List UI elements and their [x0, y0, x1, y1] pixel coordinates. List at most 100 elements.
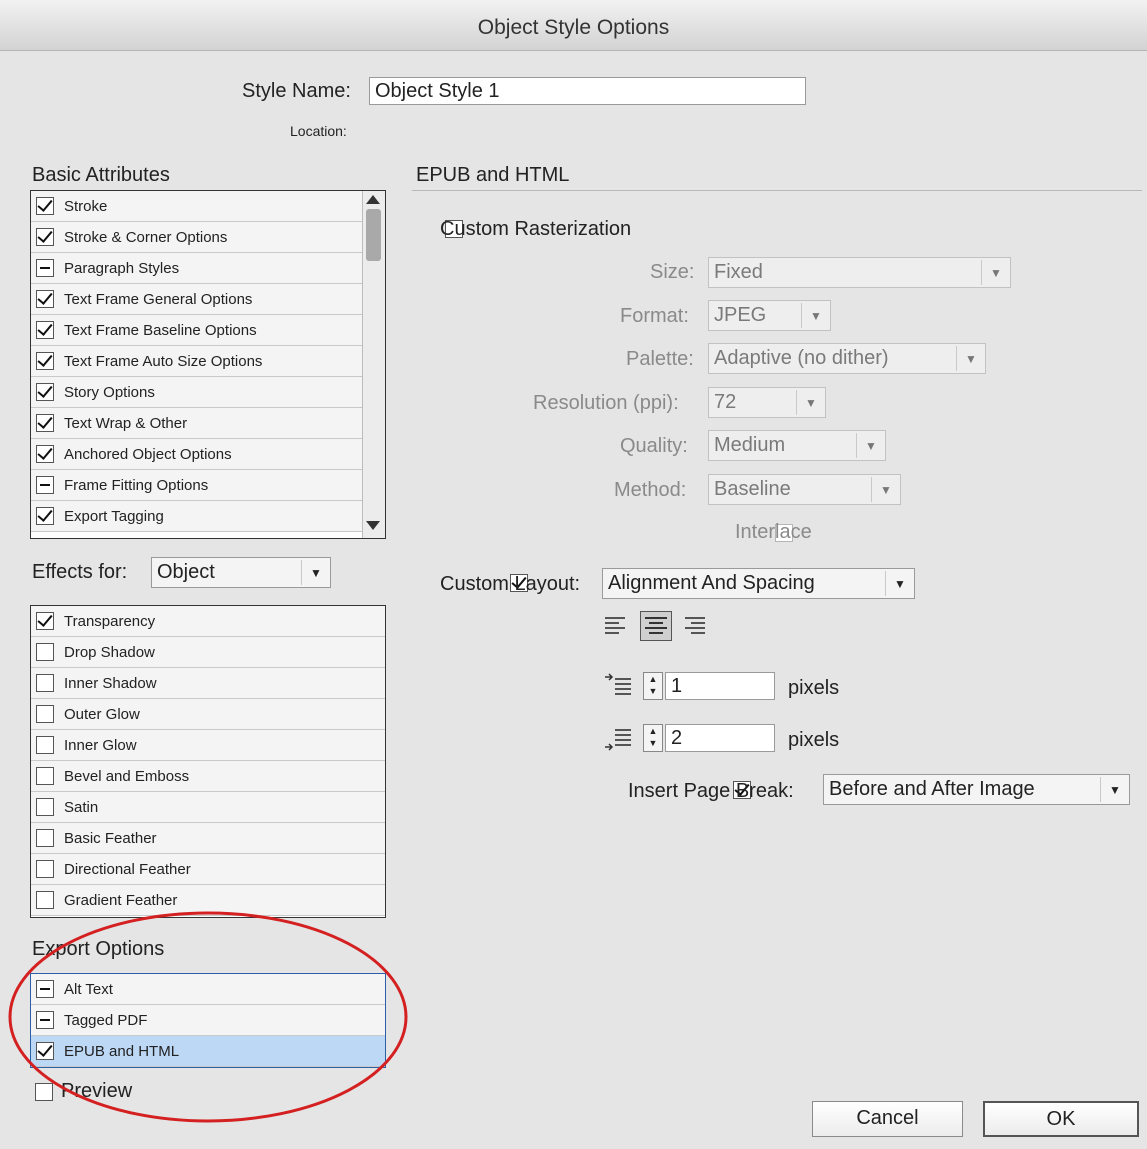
- effect-transparency[interactable]: Transparency: [31, 606, 385, 637]
- method-label: Method:: [614, 479, 687, 501]
- checkbox-icon[interactable]: [36, 767, 54, 785]
- align-right-icon: [685, 617, 705, 634]
- list-item-label: Stroke: [64, 197, 108, 215]
- checkbox-icon[interactable]: [36, 414, 54, 432]
- space-before-icon: [603, 673, 633, 699]
- checkbox-icon[interactable]: [36, 829, 54, 847]
- basic-attr-text-frame-general[interactable]: Text Frame General Options: [31, 284, 363, 315]
- custom-layout-label: Custom Layout:: [440, 573, 581, 595]
- align-center-button[interactable]: [640, 611, 672, 641]
- method-dropdown[interactable]: Baseline ▼: [708, 474, 901, 505]
- basic-attr-stroke[interactable]: Stroke: [31, 191, 363, 222]
- checkbox-icon[interactable]: [36, 197, 54, 215]
- space-after-stepper[interactable]: ▲ ▼: [643, 724, 663, 752]
- scroll-down-icon[interactable]: [366, 521, 380, 530]
- dialog-title: Object Style Options: [0, 0, 1147, 51]
- checkbox-icon[interactable]: [36, 643, 54, 661]
- basic-attr-paragraph-styles[interactable]: Paragraph Styles: [31, 253, 363, 284]
- list-item-label: Anchored Object Options: [64, 445, 232, 463]
- checkbox-icon[interactable]: [36, 674, 54, 692]
- checkbox-icon[interactable]: [36, 228, 54, 246]
- resolution-value: 72: [714, 391, 737, 413]
- basic-attr-frame-fitting[interactable]: Frame Fitting Options: [31, 470, 363, 501]
- align-left-button[interactable]: [603, 613, 629, 639]
- scroll-up-icon[interactable]: [366, 195, 380, 204]
- checkbox-icon[interactable]: [36, 290, 54, 308]
- format-dropdown[interactable]: JPEG ▼: [708, 300, 831, 331]
- scroll-thumb[interactable]: [366, 209, 381, 261]
- palette-dropdown[interactable]: Adaptive (no dither) ▼: [708, 343, 986, 374]
- list-item-label: Text Frame Auto Size Options: [64, 352, 263, 370]
- basic-attr-text-frame-auto-size[interactable]: Text Frame Auto Size Options: [31, 346, 363, 377]
- format-value: JPEG: [714, 304, 767, 326]
- page-break-dropdown[interactable]: Before and After Image ▼: [823, 774, 1130, 805]
- list-item-label: Paragraph Styles: [64, 259, 180, 277]
- ok-button[interactable]: OK: [983, 1101, 1139, 1137]
- checkbox-icon[interactable]: [36, 352, 54, 370]
- size-label: Size:: [650, 261, 695, 283]
- space-before-input[interactable]: 1: [665, 672, 775, 700]
- effects-for-label: Effects for:: [32, 561, 128, 583]
- list-item-label: Text Wrap & Other: [64, 414, 188, 432]
- list-item-label: Outer Glow: [64, 705, 140, 723]
- list-item-label: Directional Feather: [64, 860, 191, 878]
- basic-attr-text-frame-baseline[interactable]: Text Frame Baseline Options: [31, 315, 363, 346]
- basic-attr-stroke-corner[interactable]: Stroke & Corner Options: [31, 222, 363, 253]
- effect-inner-glow[interactable]: Inner Glow: [31, 730, 385, 761]
- list-item-label: Story Options: [64, 383, 155, 401]
- effect-basic-feather[interactable]: Basic Feather: [31, 823, 385, 854]
- checkbox-icon[interactable]: [36, 798, 54, 816]
- page-break-value: Before and After Image: [829, 778, 1035, 800]
- custom-layout-dropdown[interactable]: Alignment And Spacing ▼: [602, 568, 915, 599]
- effect-bevel-emboss[interactable]: Bevel and Emboss: [31, 761, 385, 792]
- space-before-stepper[interactable]: ▲ ▼: [643, 672, 663, 700]
- resolution-label: Resolution (ppi):: [533, 392, 679, 414]
- effects-for-value: Object: [157, 561, 215, 583]
- custom-rasterization-label: Custom Rasterization: [440, 218, 632, 240]
- list-item-label: Text Frame General Options: [64, 290, 253, 308]
- style-name-input[interactable]: Object Style 1: [369, 77, 806, 105]
- checkbox-icon[interactable]: [36, 860, 54, 878]
- custom-layout-value: Alignment And Spacing: [608, 572, 815, 594]
- effect-outer-glow[interactable]: Outer Glow: [31, 699, 385, 730]
- chevron-down-icon: ▼: [856, 433, 885, 458]
- effects-for-dropdown[interactable]: Object ▼: [151, 557, 331, 588]
- quality-value: Medium: [714, 434, 786, 456]
- basic-attr-export-tagging[interactable]: Export Tagging: [31, 501, 363, 532]
- space-after-icon: [603, 725, 633, 751]
- quality-dropdown[interactable]: Medium ▼: [708, 430, 886, 461]
- chevron-down-icon: ▼: [796, 390, 825, 415]
- checkbox-icon[interactable]: [36, 321, 54, 339]
- chevron-down-icon: ▼: [885, 571, 914, 596]
- space-after-unit: pixels: [788, 729, 840, 751]
- checkbox-icon[interactable]: [36, 736, 54, 754]
- size-dropdown[interactable]: Fixed ▼: [708, 257, 1011, 288]
- checkbox-icon[interactable]: [36, 705, 54, 723]
- align-right-button[interactable]: [683, 613, 709, 639]
- checkbox-icon[interactable]: [36, 507, 54, 525]
- resolution-dropdown[interactable]: 72 ▼: [708, 387, 826, 418]
- effect-inner-shadow[interactable]: Inner Shadow: [31, 668, 385, 699]
- basic-attr-text-wrap[interactable]: Text Wrap & Other: [31, 408, 363, 439]
- style-name-label: Style Name:: [242, 80, 351, 102]
- chevron-down-icon: ▼: [801, 303, 830, 328]
- quality-label: Quality:: [620, 435, 688, 457]
- effect-directional-feather[interactable]: Directional Feather: [31, 854, 385, 885]
- basic-attr-story-options[interactable]: Story Options: [31, 377, 363, 408]
- checkbox-icon[interactable]: [36, 476, 54, 494]
- checkbox-icon[interactable]: [36, 445, 54, 463]
- checkbox-icon[interactable]: [36, 383, 54, 401]
- checkbox-icon[interactable]: [36, 259, 54, 277]
- space-before-unit: pixels: [788, 677, 840, 699]
- effect-drop-shadow[interactable]: Drop Shadow: [31, 637, 385, 668]
- scrollbar[interactable]: [362, 191, 385, 538]
- cancel-button[interactable]: Cancel: [812, 1101, 963, 1137]
- palette-label: Palette:: [626, 348, 694, 370]
- basic-attr-anchored-object[interactable]: Anchored Object Options: [31, 439, 363, 470]
- checkbox-icon[interactable]: [36, 612, 54, 630]
- space-after-input[interactable]: 2: [665, 724, 775, 752]
- location-label: Location:: [290, 123, 347, 139]
- effect-satin[interactable]: Satin: [31, 792, 385, 823]
- method-value: Baseline: [714, 478, 791, 500]
- list-item-label: Export Tagging: [64, 507, 164, 525]
